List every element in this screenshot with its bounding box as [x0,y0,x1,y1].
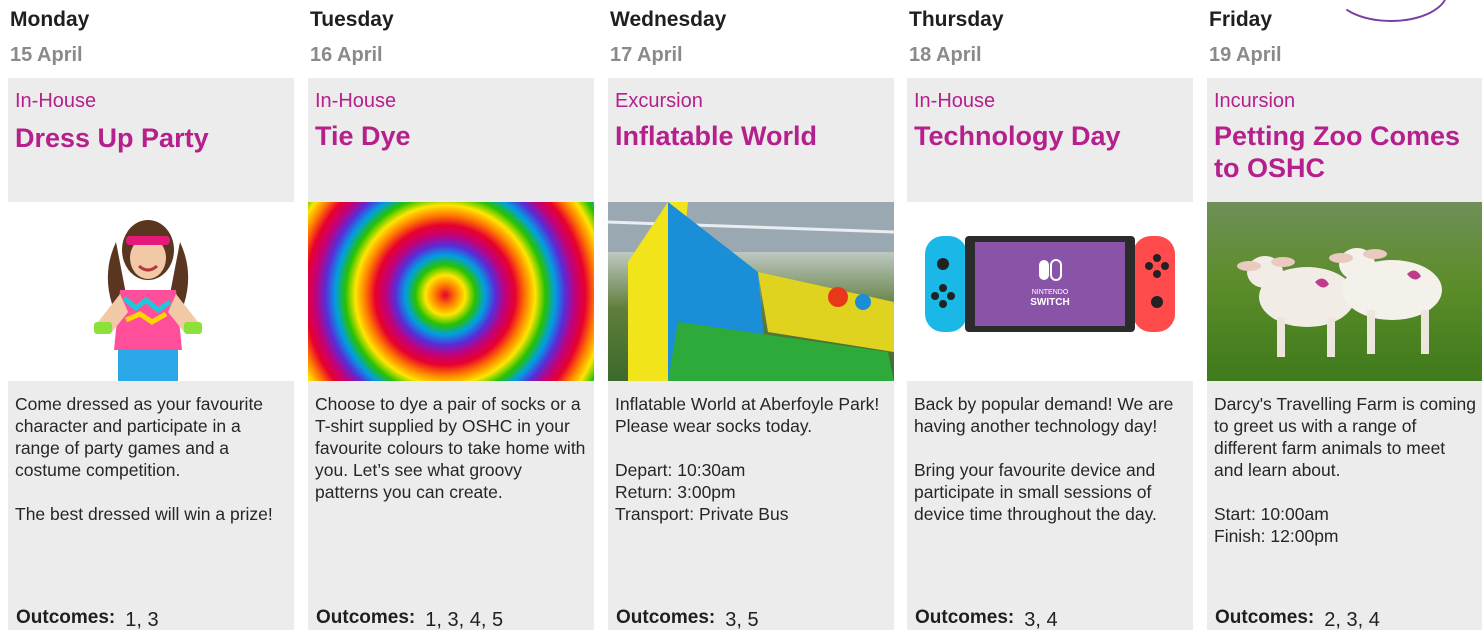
day-name: Friday [1209,8,1273,31]
day-date: 15 April [10,44,83,66]
detail-start: Start: 10:00am [1214,504,1329,524]
description-paragraph: The best dressed will win a prize! [15,504,273,524]
outcomes: Outcomes: 2, 3, 4 [1215,606,1380,631]
outcomes: Outcomes: 1, 3 [16,606,159,631]
outcomes: Outcomes: 3, 5 [616,606,759,631]
outcomes-label: Outcomes: [16,607,116,628]
outcomes-label: Outcomes: [915,607,1015,628]
description-paragraph: Bring your favourite device and particip… [914,460,1157,524]
day-column-wednesday: Wednesday 17 April Excursion Inflatable … [608,0,894,631]
outcomes-values: 3, 4 [1024,609,1058,631]
activity-header: In-House Technology Day [907,78,1193,202]
outcomes-values: 1, 3, 4, 5 [425,609,504,631]
day-name: Monday [10,8,90,31]
day-date: 19 April [1209,44,1282,66]
activity-description: Inflatable World at Aberfoyle Park! Plea… [608,381,894,631]
activity-description: Darcy's Travelling Farm is coming to gre… [1207,381,1482,631]
brand-label-nintendo: NINTENDO [1032,289,1069,296]
description-paragraph: Inflatable World at Aberfoyle Park! Plea… [615,394,880,436]
activity-header: Incursion Petting Zoo Comes to OSHC [1207,78,1482,202]
outcomes: Outcomes: 3, 4 [915,606,1058,631]
activity-category: Incursion [1214,90,1296,112]
day-name: Wednesday [610,8,727,31]
activity-description: Back by popular demand! We are having an… [907,381,1193,631]
inflatable-slide-photo [608,202,894,381]
description-paragraph: Choose to dye a pair of socks or a T-shi… [315,394,586,502]
description-paragraph: Back by popular demand! We are having an… [914,394,1174,436]
outcomes-values: 2, 3, 4 [1324,609,1380,631]
activity-category: Excursion [615,90,703,112]
outcomes: Outcomes: 1, 3, 4, 5 [316,606,504,631]
brand-label-switch: SWITCH [1030,297,1069,308]
detail-finish: Finish: 12:00pm [1214,526,1339,546]
detail-transport: Transport: Private Bus [615,504,789,524]
day-date: 18 April [909,44,982,66]
day-date: 17 April [610,44,683,66]
description-paragraph: Come dressed as your favourite character… [15,394,264,480]
day-name: Thursday [909,8,1004,31]
activity-header: In-House Dress Up Party [8,78,294,202]
nintendo-switch-photo: NINTENDO SWITCH [907,202,1193,381]
activity-title: Tie Dye [315,121,411,151]
activity-category: In-House [914,90,996,112]
day-name: Tuesday [310,8,394,31]
detail-return: Return: 3:00pm [615,482,736,502]
outcomes-label: Outcomes: [1215,607,1315,628]
activity-title: Inflatable World [615,121,818,151]
outcomes-values: 1, 3 [125,609,159,631]
description-paragraph: Darcy's Travelling Farm is coming to gre… [1214,394,1477,480]
activity-header: In-House Tie Dye [308,78,594,202]
activity-title: Dress Up Party [15,123,209,153]
activity-category: In-House [315,90,397,112]
activity-title: Petting Zoo Comes to OSHC [1214,121,1461,184]
activity-description: Choose to dye a pair of socks or a T-shi… [308,381,594,631]
activity-title: Technology Day [914,121,1121,151]
activity-header: Excursion Inflatable World [608,78,894,202]
day-column-tuesday: Tuesday 16 April In-House Tie Dye Choose… [308,0,594,631]
lambs-photo [1207,202,1482,381]
outcomes-values: 3, 5 [725,609,759,631]
activity-category: In-House [15,90,97,112]
outcomes-label: Outcomes: [616,607,716,628]
activity-description: Come dressed as your favourite character… [8,381,294,631]
tie-dye-swirl-photo [308,202,594,381]
dress-up-girl-photo [8,202,294,381]
day-column-monday: Monday 15 April In-House Dress Up Party … [8,0,294,631]
day-date: 16 April [310,44,383,66]
detail-depart: Depart: 10:30am [615,460,746,480]
day-column-friday: Friday 19 April Incursion Petting Zoo Co… [1207,0,1482,631]
day-column-thursday: Thursday 18 April In-House Technology Da… [907,0,1193,631]
outcomes-label: Outcomes: [316,607,416,628]
